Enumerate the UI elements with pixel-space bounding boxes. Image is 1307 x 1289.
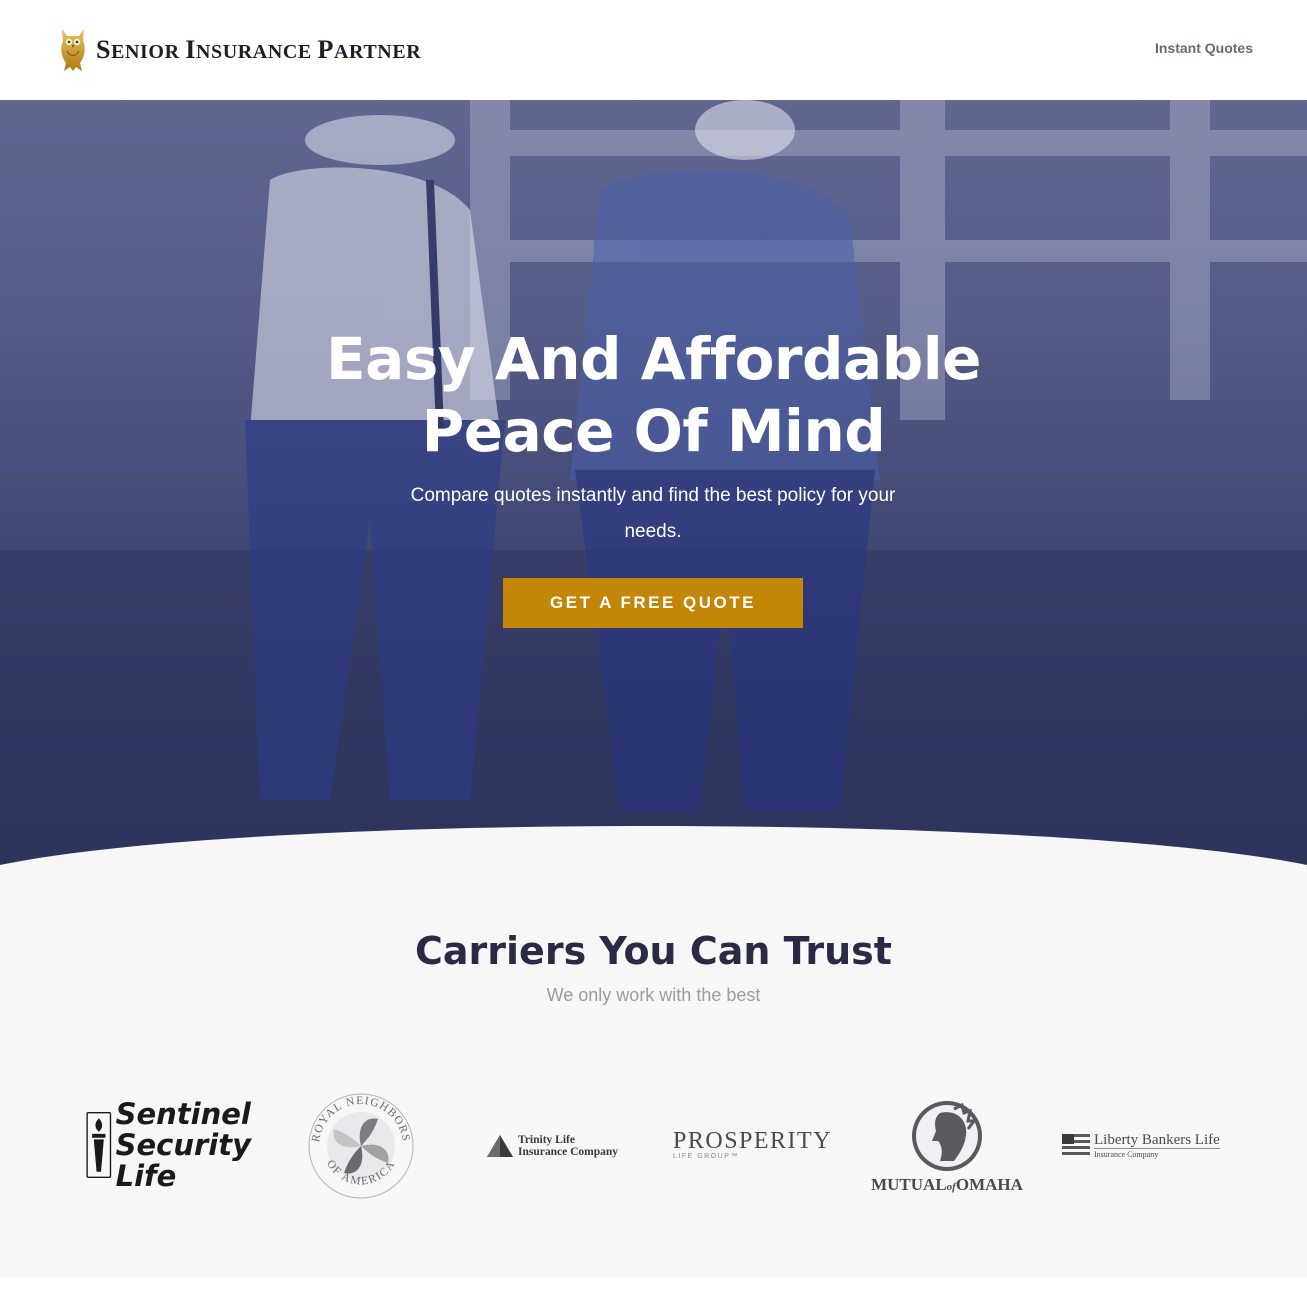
carrier-logo-trinity-life: Trinity Life Insurance Company: [486, 1129, 636, 1163]
get-free-quote-button[interactable]: GET A FREE QUOTE: [503, 578, 803, 628]
indian-head-icon: [912, 1101, 982, 1171]
hero-title-line-1: Easy And Affordable: [326, 325, 981, 393]
hero-subtitle: Compare quotes instantly and find the be…: [410, 485, 896, 542]
hero-title: Easy And Affordable Peace Of Mind: [0, 323, 1307, 467]
hero-title-line-2: Peace Of Mind: [421, 397, 886, 465]
carriers-subtitle: We only work with the best: [546, 985, 761, 1005]
carriers-title: Carriers You Can Trust: [415, 929, 892, 973]
pyramid-icon: [487, 1135, 513, 1157]
carrier-logo-mutual-of-omaha: MUTUALofOMAHA: [871, 1099, 1023, 1195]
flag-icon: [1062, 1134, 1090, 1155]
site-logo[interactable]: SENIOR INSURANCE PARTNER: [58, 26, 421, 74]
hero-section: Easy And Affordable Peace Of Mind Compar…: [0, 100, 1307, 865]
nav-instant-quotes[interactable]: Instant Quotes: [1155, 40, 1253, 56]
carrier-logo-sentinel-security-life: Sentinel Security Life: [86, 1085, 251, 1205]
logo-wordmark: SENIOR INSURANCE PARTNER: [96, 35, 422, 64]
owl-logo-icon: [61, 29, 85, 71]
carrier-logo-prosperity: PROSPERITY LIFE GROUP™: [673, 1128, 833, 1160]
pinwheel-icon: ROYAL NEIGHBORS OF AMERICA: [308, 1093, 414, 1199]
torch-icon: [86, 1112, 112, 1178]
site-header: SENIOR INSURANCE PARTNER Instant Quotes: [0, 0, 1307, 100]
page-bottom-strip: [0, 1277, 1307, 1289]
carriers-section: Carriers You Can Trust We only work with…: [0, 865, 1307, 1277]
hero-bottom-curve: [0, 826, 1307, 865]
carrier-logo-liberty-bankers-life: Liberty Bankers Life Insurance Company: [1062, 1129, 1232, 1163]
carrier-logo-royal-neighbors: ROYAL NEIGHBORS OF AMERICA: [306, 1091, 416, 1201]
